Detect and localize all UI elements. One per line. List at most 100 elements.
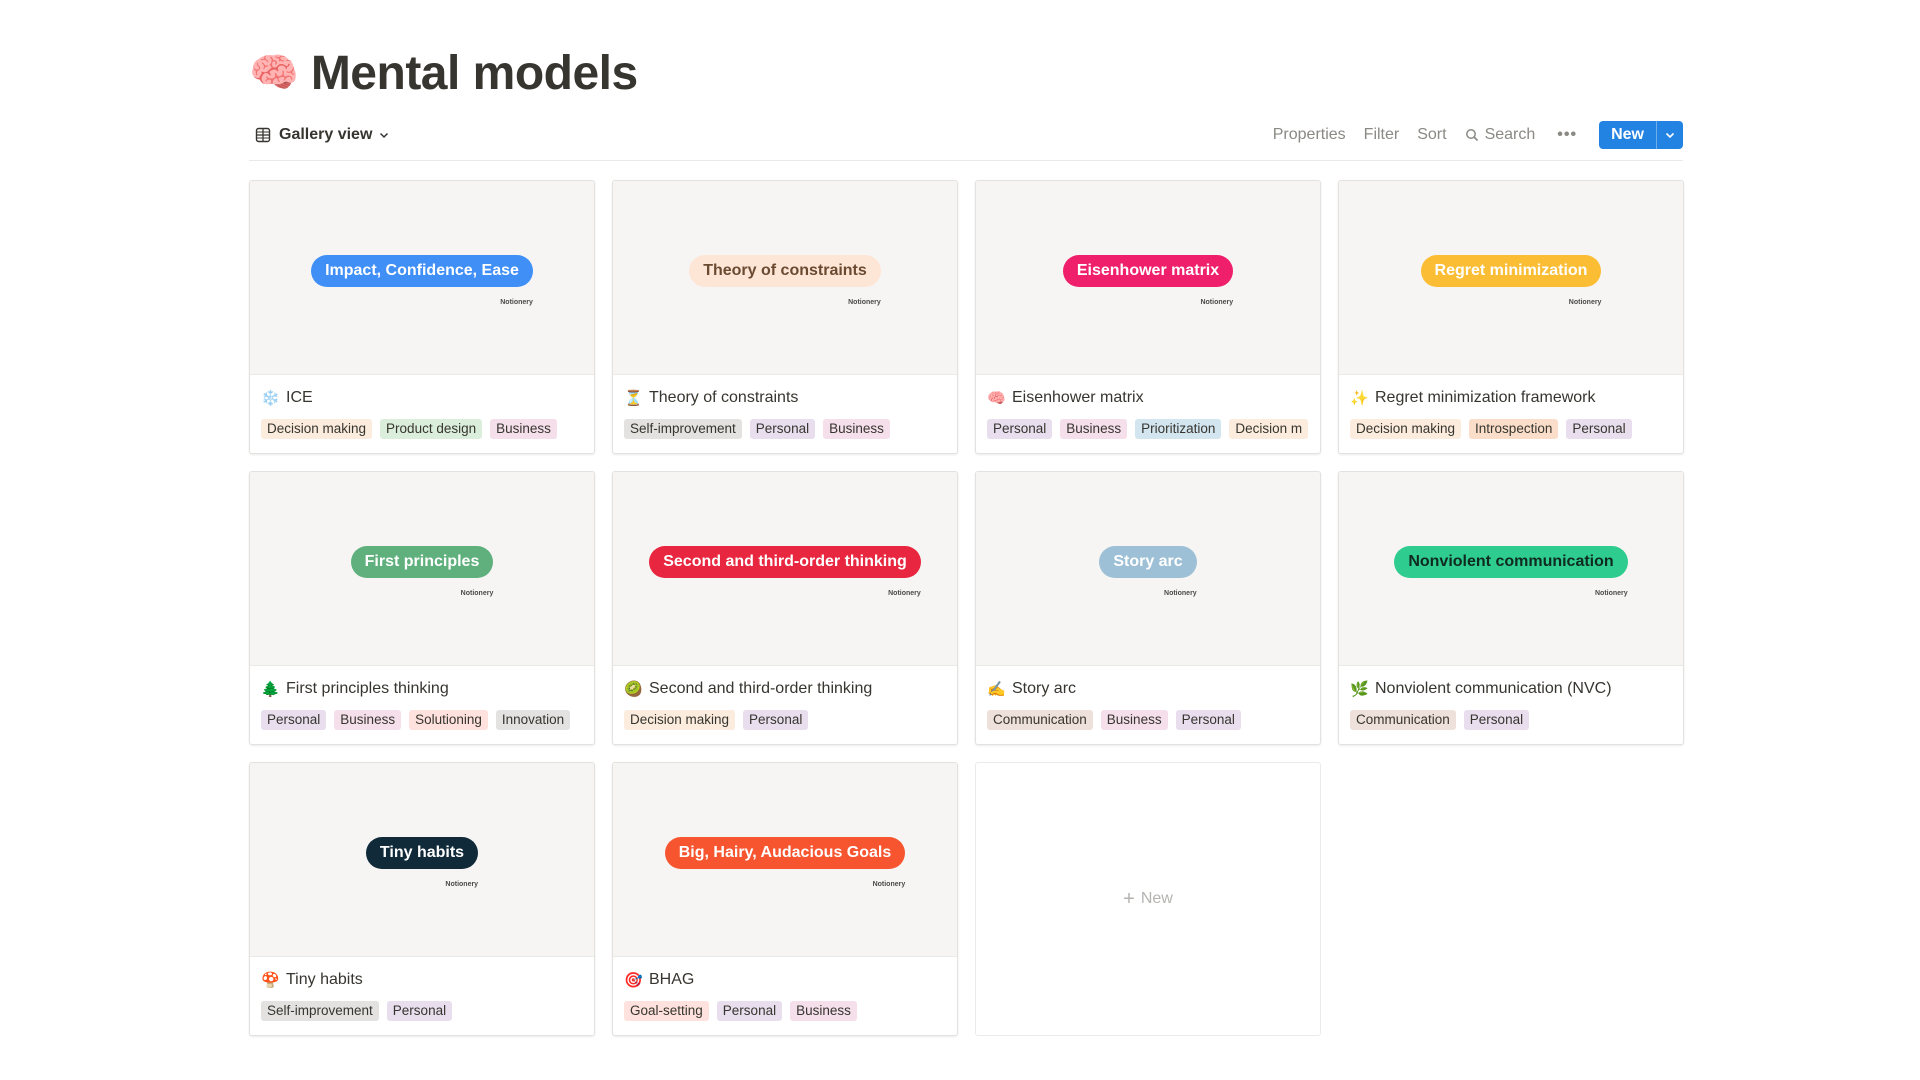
more-options-icon[interactable]: ••• xyxy=(1557,126,1577,144)
cover-brand: Notionery xyxy=(460,589,494,597)
gallery-card[interactable]: Regret minimization Notionery ✨ Regret mini… xyxy=(1338,180,1684,454)
tag: Business xyxy=(490,419,557,439)
tag: Self-improvement xyxy=(624,419,742,439)
card-cover: Second and third-order thinking Notionery xyxy=(613,472,957,666)
card-tags: Communication Business Personal xyxy=(987,710,1309,730)
title-row: 🧠 Mental models xyxy=(249,44,638,102)
tag: Decision making xyxy=(261,419,373,439)
cover-badge-wrap: Story arc Notionery xyxy=(1099,545,1197,597)
tag: Communication xyxy=(987,710,1093,730)
card-emoji-icon: 🌲 xyxy=(261,681,280,698)
tag: Business xyxy=(790,1001,857,1021)
tag: Prioritization xyxy=(1135,419,1222,439)
card-title: First principles thinking xyxy=(286,680,449,697)
card-tags: Decision making Personal xyxy=(624,710,946,730)
tag: Personal xyxy=(749,419,816,439)
tag: Solutioning xyxy=(409,710,488,730)
filter-button[interactable]: Filter xyxy=(1364,126,1400,144)
tag: Business xyxy=(1060,419,1128,439)
tag: Product design xyxy=(380,419,483,439)
card-body: ✍️ Story arc Communication Business Personal xyxy=(976,666,1320,730)
cover-badge: Regret minimization xyxy=(1420,254,1602,287)
search-button[interactable]: Search xyxy=(1465,126,1536,144)
new-dropdown-chevron-icon[interactable] xyxy=(1656,121,1683,149)
view-label: Gallery view xyxy=(279,126,373,143)
gallery-card[interactable]: Big, Hairy, Audacious Goals Notionery 🎯 BHA… xyxy=(612,762,958,1036)
search-label: Search xyxy=(1484,126,1536,143)
gallery-view-switcher[interactable]: Gallery view xyxy=(249,126,390,144)
card-body: 🥝 Second and third-order thinking Decision… xyxy=(613,666,957,730)
card-emoji-icon: 🌿 xyxy=(1350,681,1369,698)
new-button[interactable]: New xyxy=(1599,121,1656,149)
card-cover: Eisenhower matrix Notionery xyxy=(976,181,1320,375)
tag: Personal xyxy=(386,1001,453,1021)
gallery-card[interactable]: Nonviolent communication Notionery 🌿 Nonvio… xyxy=(1338,471,1684,745)
cover-brand: Notionery xyxy=(888,589,921,597)
card-tags: Self-improvement Personal Business xyxy=(624,419,946,439)
card-title-row: 🌲 First principles thinking xyxy=(261,678,583,700)
card-body: 🌲 First principles thinking Personal Busine… xyxy=(250,666,594,730)
page-container: 🧠 Mental models Gallery view Properties … xyxy=(249,0,1684,1080)
card-title-row: ✍️ Story arc xyxy=(987,678,1309,700)
card-title-row: ✨ Regret minimization framework xyxy=(1350,387,1672,409)
card-title-row: ❄️ ICE xyxy=(261,387,583,409)
cover-badge: Tiny habits xyxy=(365,836,479,869)
cover-badge: Second and third-order thinking xyxy=(649,545,921,578)
cover-brand: Notionery xyxy=(1200,298,1234,306)
tag: Personal xyxy=(1463,710,1530,730)
add-new-card[interactable]: + New xyxy=(975,762,1321,1036)
plus-icon: + xyxy=(1123,887,1135,910)
card-body: ✨ Regret minimization framework Decision m… xyxy=(1339,375,1683,439)
card-tags: Personal Business Solutioning Innovation xyxy=(261,710,583,730)
card-title: Regret minimization framework xyxy=(1375,389,1596,406)
brain-icon[interactable]: 🧠 xyxy=(249,53,299,93)
card-cover: Story arc Notionery xyxy=(976,472,1320,666)
cover-badge: Story arc xyxy=(1099,545,1197,578)
gallery-card[interactable]: Second and third-order thinking Notionery… xyxy=(612,471,958,745)
gallery-card[interactable]: First principles Notionery 🌲 First principl… xyxy=(249,471,595,745)
card-body: ❄️ ICE Decision making Product design Busine… xyxy=(250,375,594,439)
tag: Business xyxy=(823,419,890,439)
card-tags: Personal Business Prioritization Decision m xyxy=(987,419,1309,439)
gallery-card[interactable]: Eisenhower matrix Notionery 🧠 Eisenhower ma… xyxy=(975,180,1321,454)
tag: Self-improvement xyxy=(261,1001,379,1021)
cover-badge: Nonviolent communication xyxy=(1394,545,1628,578)
card-title-row: 🌿 Nonviolent communication (NVC) xyxy=(1350,678,1672,700)
sort-button[interactable]: Sort xyxy=(1417,126,1446,144)
card-title: Eisenhower matrix xyxy=(1012,389,1144,406)
cover-badge-wrap: Theory of constraints Notionery xyxy=(689,254,881,306)
card-title: ICE xyxy=(286,389,313,406)
card-title-row: 🍄 Tiny habits xyxy=(261,969,583,991)
card-body: ⏳ Theory of constraints Self-improvement Pe… xyxy=(613,375,957,439)
tag: Decision making xyxy=(1350,419,1462,439)
card-emoji-icon: ⏳ xyxy=(624,390,643,407)
cover-badge: Big, Hairy, Audacious Goals xyxy=(664,836,906,869)
card-body: 🌿 Nonviolent communication (NVC) Communica… xyxy=(1339,666,1683,730)
gallery-icon xyxy=(255,127,271,143)
card-title: Story arc xyxy=(1012,680,1077,697)
tag: Personal xyxy=(987,419,1053,439)
cover-badge-wrap: Tiny habits Notionery xyxy=(365,836,479,888)
tag: Personal xyxy=(716,1001,783,1021)
cover-badge-wrap: Eisenhower matrix Notionery xyxy=(1062,254,1234,306)
page-title[interactable]: Mental models xyxy=(311,46,638,101)
tag: Personal xyxy=(743,710,809,730)
card-cover: Impact, Confidence, Ease Notionery xyxy=(250,181,594,375)
card-tags: Decision making Introspection Personal xyxy=(1350,419,1672,439)
card-title-row: 🎯 BHAG xyxy=(624,969,946,991)
new-button-group: New xyxy=(1599,121,1683,149)
gallery-card[interactable]: Theory of constraints Notionery ⏳ Theory of… xyxy=(612,180,958,454)
cover-badge-wrap: Big, Hairy, Audacious Goals Notionery xyxy=(664,836,906,888)
card-tags: Communication Personal xyxy=(1350,710,1672,730)
tag: Innovation xyxy=(495,710,571,730)
toolbar-divider xyxy=(249,160,1683,161)
gallery-card[interactable]: Story arc Notionery ✍️ Story arc Communicati… xyxy=(975,471,1321,745)
tag: Personal xyxy=(1566,419,1632,439)
card-title: Tiny habits xyxy=(286,971,363,988)
gallery-card[interactable]: Tiny habits Notionery 🍄 Tiny habits Self-imp… xyxy=(249,762,595,1036)
card-cover: Tiny habits Notionery xyxy=(250,763,594,957)
card-emoji-icon: 🎯 xyxy=(624,972,643,989)
properties-button[interactable]: Properties xyxy=(1273,126,1346,144)
gallery-card[interactable]: Impact, Confidence, Ease Notionery ❄️ ICE De… xyxy=(249,180,595,454)
cover-brand: Notionery xyxy=(872,880,906,888)
